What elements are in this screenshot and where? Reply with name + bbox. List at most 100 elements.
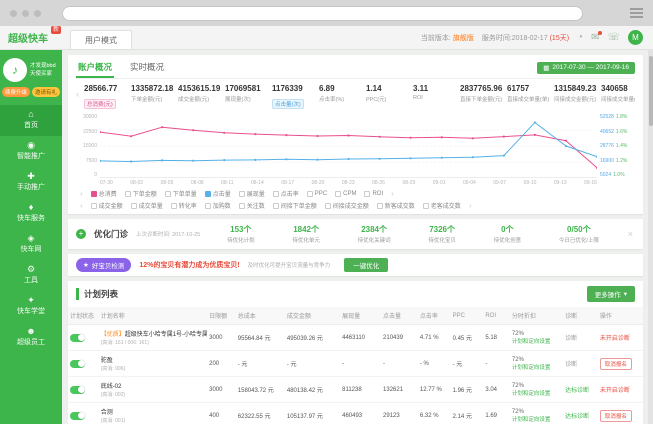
kpi-label[interactable]: 下单金额(元) (131, 95, 178, 103)
legend-item[interactable]: 成交单量 (131, 201, 163, 210)
plan-toggle[interactable] (70, 334, 85, 342)
plan-toggle[interactable] (70, 360, 85, 368)
plan-action[interactable]: 未开启诊断 (600, 388, 630, 394)
legend-checkbox[interactable] (325, 203, 331, 209)
legend-item[interactable]: 成交金额 (91, 201, 123, 210)
discount-settings-link[interactable]: 计划和定向设置 (512, 389, 561, 397)
plan-action[interactable]: 取消报名 (600, 358, 632, 370)
user-avatar[interactable]: M (628, 30, 643, 45)
legend-checkbox[interactable] (125, 191, 131, 197)
discount-settings-link[interactable]: 计划和定向设置 (512, 363, 561, 371)
invite-button[interactable]: 邀请有礼 (32, 87, 60, 97)
browser-url-bar[interactable] (62, 6, 583, 21)
app-logo[interactable]: 超级快车 新 (8, 30, 60, 45)
sidebar-item-staff[interactable]: ☻超级员工 (0, 322, 62, 353)
legend-checkbox[interactable] (273, 191, 279, 197)
legend-item[interactable]: 总消费 (91, 189, 117, 198)
kpi-label[interactable]: ROI (413, 95, 460, 101)
sidebar-item-school[interactable]: ✦快车学堂 (0, 291, 62, 322)
legend-checkbox[interactable] (165, 191, 171, 197)
discount-settings-link[interactable]: 计划和定向设置 (512, 337, 561, 345)
tab-realtime-overview[interactable]: 实时概况 (128, 57, 166, 78)
legend-checkbox[interactable] (131, 203, 137, 209)
browser-menu-button[interactable] (630, 8, 643, 18)
diagnosis-link[interactable]: 达标诊断 (565, 414, 589, 420)
close-icon[interactable]: × (626, 229, 635, 239)
chevron-left-icon[interactable]: ‹ (80, 189, 83, 198)
kpi-label[interactable]: 直接成交单量(单) (507, 95, 554, 103)
chevron-left-icon[interactable]: ‹ (80, 201, 83, 210)
more-actions-button[interactable]: 更多操作 ▾ (587, 286, 635, 302)
plan-action[interactable]: 未开启诊断 (600, 336, 630, 342)
legend-checkbox[interactable] (423, 203, 429, 209)
legend-item[interactable]: 老客成交数 (423, 201, 461, 210)
axis-tick: 287761.4% (600, 143, 635, 149)
diagnosis-link[interactable]: 达标诊断 (565, 388, 589, 394)
sidebar-item-tools[interactable]: ⚙工具 (0, 260, 62, 291)
legend-checkbox[interactable] (205, 191, 211, 197)
chevron-right-icon[interactable]: › (469, 201, 472, 210)
kpi-label[interactable]: 点击量(次) (272, 99, 304, 109)
sidebar-item-smart[interactable]: ◉智能推广 (0, 136, 62, 167)
legend-item[interactable]: ROI (364, 191, 383, 197)
legend-item[interactable]: 关注数 (239, 201, 265, 210)
legend-item[interactable]: 间接下单金额 (273, 201, 317, 210)
chevron-left-icon[interactable]: ‹ (76, 89, 79, 99)
sidebar-item-network[interactable]: ◈快车网 (0, 229, 62, 260)
scrollbar[interactable] (648, 50, 653, 424)
sidebar-item-manual[interactable]: ✚手动推广 (0, 167, 62, 198)
kpi-label[interactable]: 展现量(次) (225, 95, 272, 103)
one-click-optimize-button[interactable]: 一键优化 (344, 258, 388, 272)
legend-checkbox[interactable] (91, 191, 97, 197)
plan-name[interactable]: 合测 (101, 407, 205, 416)
legend-checkbox[interactable] (364, 191, 370, 197)
tab-user-mode[interactable]: 用户模式 (70, 30, 132, 49)
plan-toggle[interactable] (70, 386, 85, 394)
legend-checkbox[interactable] (377, 203, 383, 209)
legend-checkbox[interactable] (335, 191, 341, 197)
legend-checkbox[interactable] (273, 203, 279, 209)
kpi-label[interactable]: 成交金额(元) (178, 95, 225, 103)
diagnosis-link[interactable]: 诊断 (565, 336, 577, 342)
headset-icon[interactable]: ☏ (607, 33, 620, 43)
sidebar-item-service[interactable]: ♦快车服务 (0, 198, 62, 229)
sidebar-item-home[interactable]: ⌂首页 (0, 105, 62, 136)
legend-item[interactable]: 展现量 (239, 189, 265, 198)
scrollbar-thumb[interactable] (649, 56, 653, 126)
legend-checkbox[interactable] (91, 203, 97, 209)
date-range-button[interactable]: ▦ 2017-07-30 — 2017-09-16 (537, 62, 635, 74)
legend-item[interactable]: 新客成交数 (377, 201, 415, 210)
plan-name[interactable]: 驼盈 (101, 355, 205, 364)
kpi-label[interactable]: 点击率(%) (319, 95, 366, 103)
kpi-label[interactable]: 间接成交金额(元) (554, 95, 601, 103)
discount-settings-link[interactable]: 计划和定向设置 (512, 415, 561, 423)
legend-item[interactable]: CPM (335, 191, 356, 197)
legend-item[interactable]: 转化率 (171, 201, 197, 210)
legend-item[interactable]: 下单单量 (165, 189, 197, 198)
legend-item[interactable]: 间接成交金额 (325, 201, 369, 210)
kpi-label[interactable]: PPC(元) (366, 95, 413, 103)
history-icon[interactable]: ◔ (577, 33, 583, 43)
legend-item[interactable]: 下单金额 (125, 189, 157, 198)
legend-item[interactable]: PPC (307, 191, 327, 197)
legend-checkbox[interactable] (239, 191, 245, 197)
tab-account-overview[interactable]: 账户概况 (76, 57, 114, 78)
kpi-label[interactable]: 直接下单金额(元) (460, 95, 507, 103)
plan-action[interactable]: 取消报名 (600, 410, 632, 422)
legend-checkbox[interactable] (171, 203, 177, 209)
chevron-right-icon[interactable]: › (391, 189, 394, 198)
plan-name[interactable]: 【优质】超级快车小哈专属1号-小哈专属 (101, 329, 205, 338)
legend-checkbox[interactable] (239, 203, 245, 209)
legend-item[interactable]: 加购数 (205, 201, 231, 210)
diagnosis-link[interactable]: 诊断 (565, 362, 577, 368)
renew-button[interactable]: 续费升级 (2, 87, 30, 97)
mail-icon[interactable]: ✉ (591, 33, 599, 43)
legend-checkbox[interactable] (307, 191, 313, 197)
plan-toggle[interactable] (70, 412, 85, 420)
legend-item[interactable]: 点击率 (273, 189, 299, 198)
kpi-label[interactable]: 间接成交单量(单) (601, 95, 635, 103)
legend-item[interactable]: 点击量 (205, 189, 231, 198)
legend-checkbox[interactable] (205, 203, 211, 209)
kpi-label[interactable]: 总消费(元) (84, 99, 116, 109)
plan-name[interactable]: 底线-02 (101, 381, 205, 390)
